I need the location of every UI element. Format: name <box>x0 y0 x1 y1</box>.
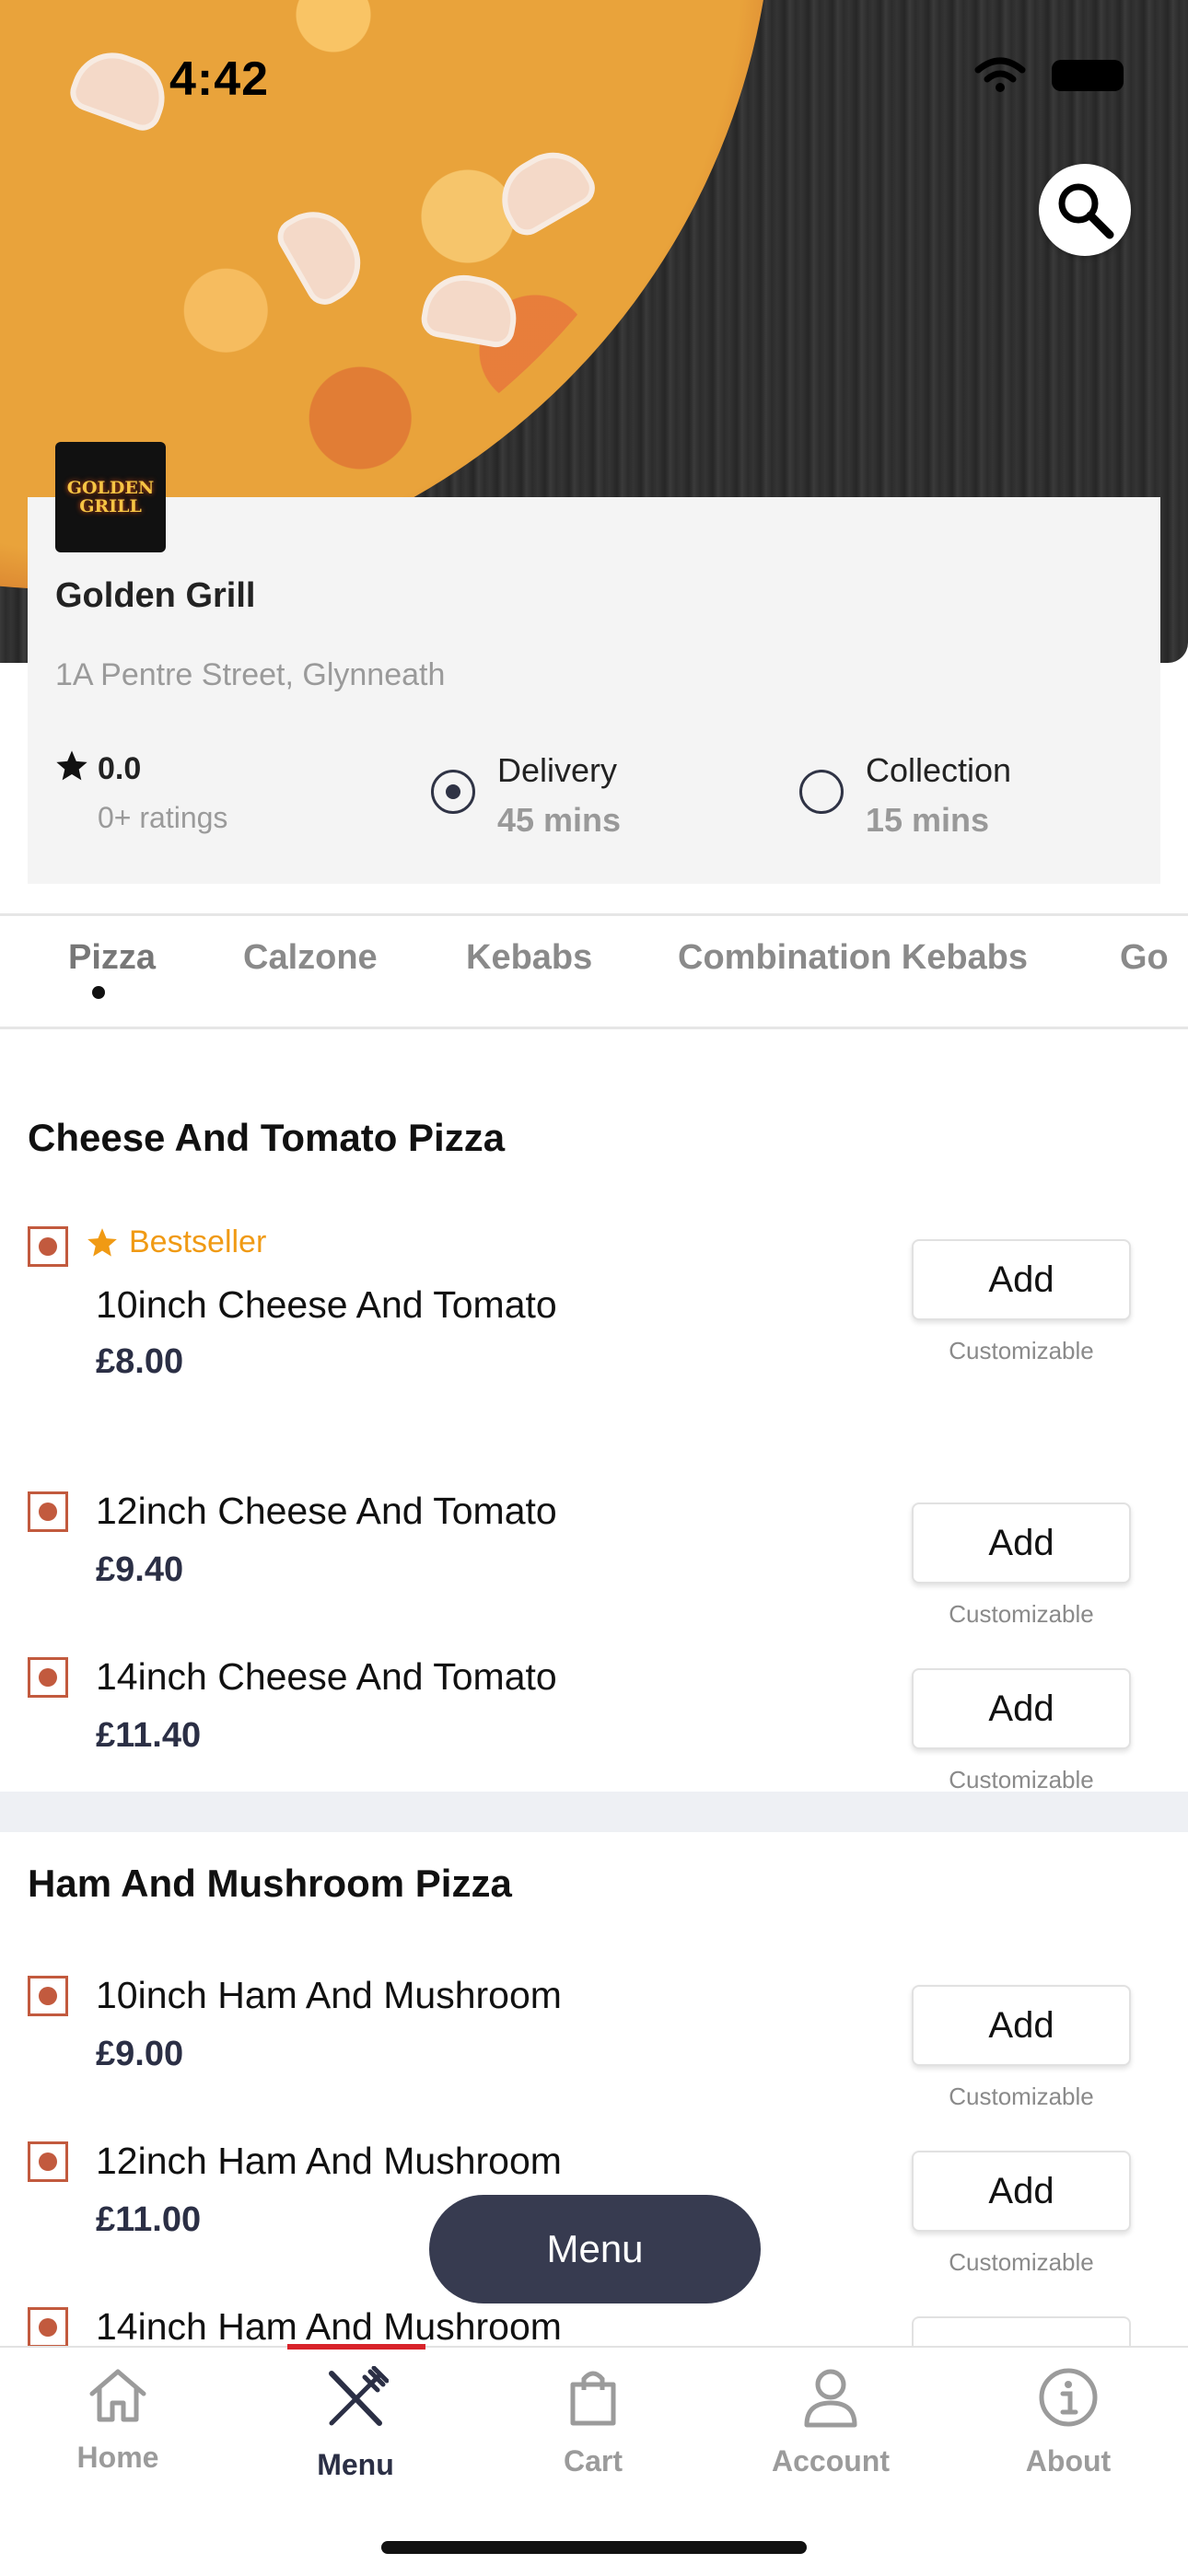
delivery-label[interactable]: Delivery <box>497 751 617 790</box>
collection-radio[interactable] <box>799 770 844 814</box>
info-icon <box>1039 2368 1098 2427</box>
tab-home[interactable]: Home <box>26 2366 210 2475</box>
star-icon <box>56 750 87 781</box>
section-title: Cheese And Tomato Pizza <box>28 1116 506 1159</box>
section-divider <box>0 1792 1188 1832</box>
veg-icon <box>28 1491 68 1532</box>
item-price: £9.00 <box>96 2035 184 2073</box>
collection-label[interactable]: Collection <box>866 751 1011 790</box>
restaurant-name: Golden Grill <box>55 576 256 615</box>
logo-text-line1: GOLDEN <box>66 478 155 498</box>
bag-icon <box>570 2371 616 2426</box>
customizable-label: Customizable <box>949 1766 1094 1793</box>
tab-cart-label: Cart <box>563 2444 623 2477</box>
veg-icon <box>28 1226 68 1267</box>
item-price: £11.00 <box>96 2200 202 2239</box>
home-indicator <box>381 2541 807 2554</box>
item-name[interactable]: 12inch Cheese And Tomato <box>96 1490 557 1533</box>
customizable-label: Customizable <box>949 2083 1094 2110</box>
tab-kebabs[interactable]: Kebabs <box>466 938 592 978</box>
item-name[interactable]: 10inch Ham And Mushroom <box>96 1974 562 2017</box>
section-title: Ham And Mushroom Pizza <box>28 1862 512 1905</box>
item-name[interactable]: 12inch Ham And Mushroom <box>96 2140 562 2183</box>
add-button[interactable]: Add <box>912 1668 1131 1749</box>
tab-next[interactable]: Go <box>1120 938 1169 978</box>
cutlery-icon <box>329 2365 390 2426</box>
search-button[interactable] <box>1039 164 1131 256</box>
ratings-count: 0+ ratings <box>98 801 228 834</box>
veg-icon <box>28 2307 68 2348</box>
veg-icon <box>28 2141 68 2182</box>
tab-account-label: Account <box>772 2444 890 2477</box>
active-tab-indicator <box>287 2344 425 2350</box>
tab-cart[interactable]: Cart <box>501 2366 685 2478</box>
tab-about[interactable]: About <box>976 2366 1160 2478</box>
delivery-radio[interactable] <box>431 770 475 814</box>
item-name[interactable]: 10inch Cheese And Tomato <box>96 1283 557 1327</box>
menu-float-button[interactable]: Menu <box>429 2195 761 2303</box>
user-icon <box>804 2369 857 2428</box>
search-icon <box>1058 183 1114 239</box>
add-button[interactable]: Add <box>912 1985 1131 2066</box>
category-tabs: Pizza Calzone Kebabs Combination Kebabs … <box>0 913 1188 1029</box>
rating-value: 0.0 <box>98 751 142 786</box>
bestseller-label: Bestseller <box>129 1224 267 1259</box>
veg-icon <box>28 1976 68 2016</box>
customizable-label: Customizable <box>949 1337 1094 1364</box>
tab-account[interactable]: Account <box>739 2366 923 2478</box>
status-time: 4:42 <box>169 52 270 106</box>
star-icon <box>87 1227 117 1257</box>
tab-pizza[interactable]: Pizza <box>68 938 156 978</box>
tab-about-label: About <box>1025 2444 1112 2477</box>
tab-combination-kebabs[interactable]: Combination Kebabs <box>678 938 1028 978</box>
add-button[interactable]: Add <box>912 2151 1131 2232</box>
item-name[interactable]: 14inch Cheese And Tomato <box>96 1655 557 1699</box>
customizable-label: Customizable <box>949 1600 1094 1628</box>
tab-home-label: Home <box>76 2441 159 2474</box>
veg-icon <box>28 1657 68 1698</box>
add-button[interactable]: Add <box>912 1239 1131 1320</box>
active-tab-dot <box>92 986 105 999</box>
customizable-label: Customizable <box>949 2248 1094 2276</box>
restaurant-logo: GOLDEN GRILL <box>55 442 166 552</box>
item-price: £11.40 <box>96 1716 202 1755</box>
item-price: £8.00 <box>96 1342 184 1381</box>
tab-menu[interactable]: Menu <box>263 2365 448 2482</box>
delivery-time: 45 mins <box>497 801 622 839</box>
bestseller-badge: Bestseller <box>85 1224 266 1260</box>
status-icons <box>974 57 1124 94</box>
tab-calzone[interactable]: Calzone <box>243 938 378 978</box>
item-name[interactable]: 14inch Ham And Mushroom <box>96 2305 562 2349</box>
add-button[interactable]: Add <box>912 1503 1131 1584</box>
item-price: £9.40 <box>96 1550 184 1589</box>
collection-time: 15 mins <box>866 801 990 839</box>
home-icon <box>89 2369 146 2422</box>
wifi-icon <box>974 57 1026 92</box>
tab-menu-label: Menu <box>317 2448 394 2481</box>
logo-text-line2: GRILL <box>79 496 142 516</box>
restaurant-address: 1A Pentre Street, Glynneath <box>55 657 446 692</box>
battery-icon <box>1052 60 1124 91</box>
